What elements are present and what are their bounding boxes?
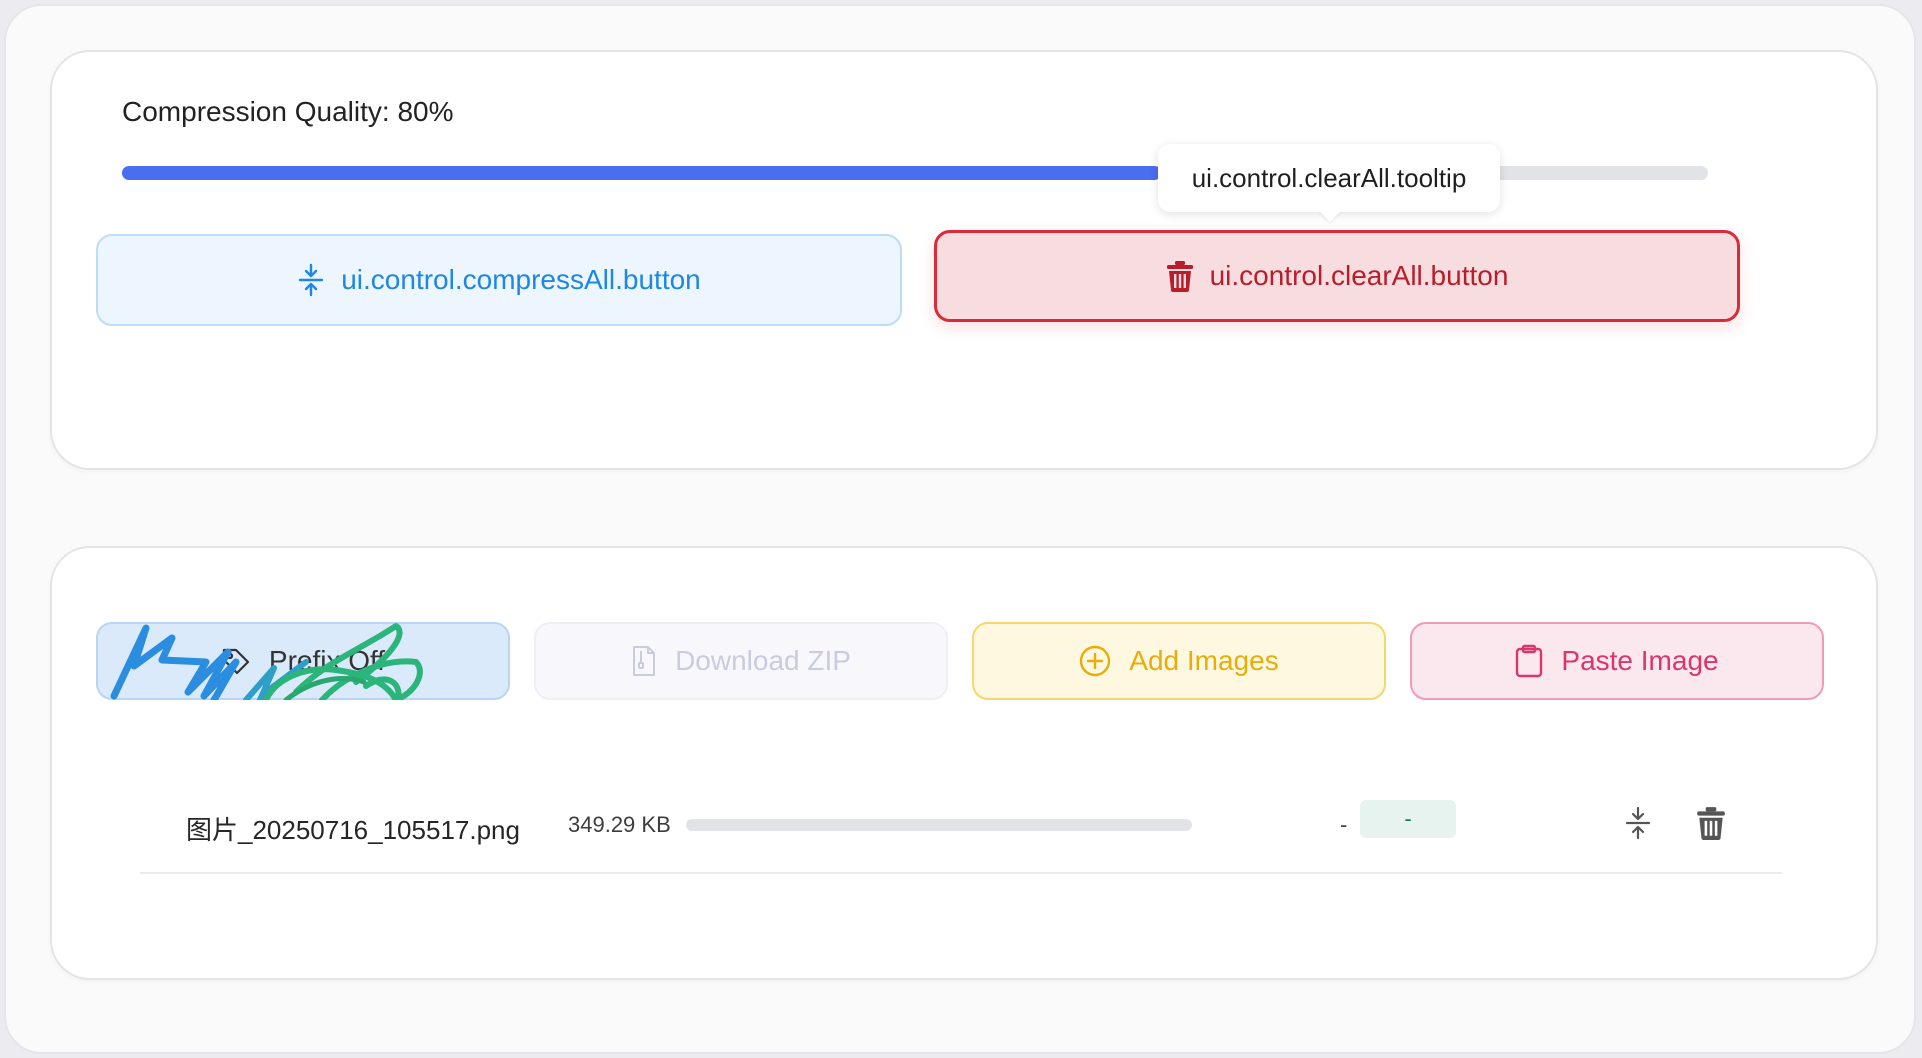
file-row: 图片_20250716_105517.png 349.29 KB - - bbox=[140, 800, 1782, 874]
add-images-label: Add Images bbox=[1129, 645, 1279, 676]
paste-image-button[interactable]: Paste Image bbox=[1410, 622, 1824, 700]
compress-all-label: ui.control.compressAll.button bbox=[341, 264, 701, 295]
file-panel bbox=[50, 546, 1878, 980]
file-name: 图片_20250716_105517.png bbox=[186, 815, 520, 845]
file-progress-bar bbox=[686, 819, 1192, 831]
trash-icon[interactable] bbox=[1696, 806, 1726, 840]
saved-badge-text: - bbox=[1404, 806, 1412, 831]
clear-all-label: ui.control.clearAll.button bbox=[1209, 260, 1509, 291]
plus-circle-icon bbox=[1080, 645, 1111, 677]
paste-image-label: Paste Image bbox=[1561, 645, 1719, 676]
trash-icon bbox=[1166, 261, 1193, 292]
tooltip-text: ui.control.clearAll.tooltip bbox=[1191, 162, 1467, 193]
prefix-toggle-button[interactable]: Prefix Off bbox=[96, 622, 510, 700]
quality-label-text: Compression Quality: bbox=[122, 96, 390, 127]
download-zip-label: Download ZIP bbox=[675, 645, 851, 676]
compress-icon[interactable] bbox=[1623, 806, 1653, 840]
download-zip-button[interactable]: Download ZIP bbox=[534, 622, 948, 700]
result-size: - bbox=[1340, 812, 1348, 837]
prefix-label: Prefix Off bbox=[268, 645, 386, 676]
add-images-button[interactable]: Add Images bbox=[972, 622, 1386, 700]
clipboard-icon bbox=[1516, 644, 1543, 678]
compress-all-button[interactable]: ui.control.compressAll.button bbox=[96, 234, 902, 326]
saved-badge: - bbox=[1360, 800, 1456, 838]
compress-icon bbox=[299, 263, 324, 297]
tag-icon bbox=[222, 648, 250, 675]
quality-value: 80% bbox=[397, 96, 454, 127]
tooltip-arrow bbox=[1318, 210, 1342, 222]
app-window bbox=[4, 4, 1916, 1054]
clear-all-tooltip: ui.control.clearAll.tooltip bbox=[1158, 144, 1500, 212]
file-zip-icon bbox=[633, 646, 656, 676]
file-size: 349.29 KB bbox=[568, 812, 671, 837]
quality-slider-fill[interactable] bbox=[122, 166, 1161, 180]
clear-all-button[interactable]: ui.control.clearAll.button bbox=[934, 230, 1740, 322]
quality-label: Compression Quality: 80% bbox=[122, 96, 453, 128]
